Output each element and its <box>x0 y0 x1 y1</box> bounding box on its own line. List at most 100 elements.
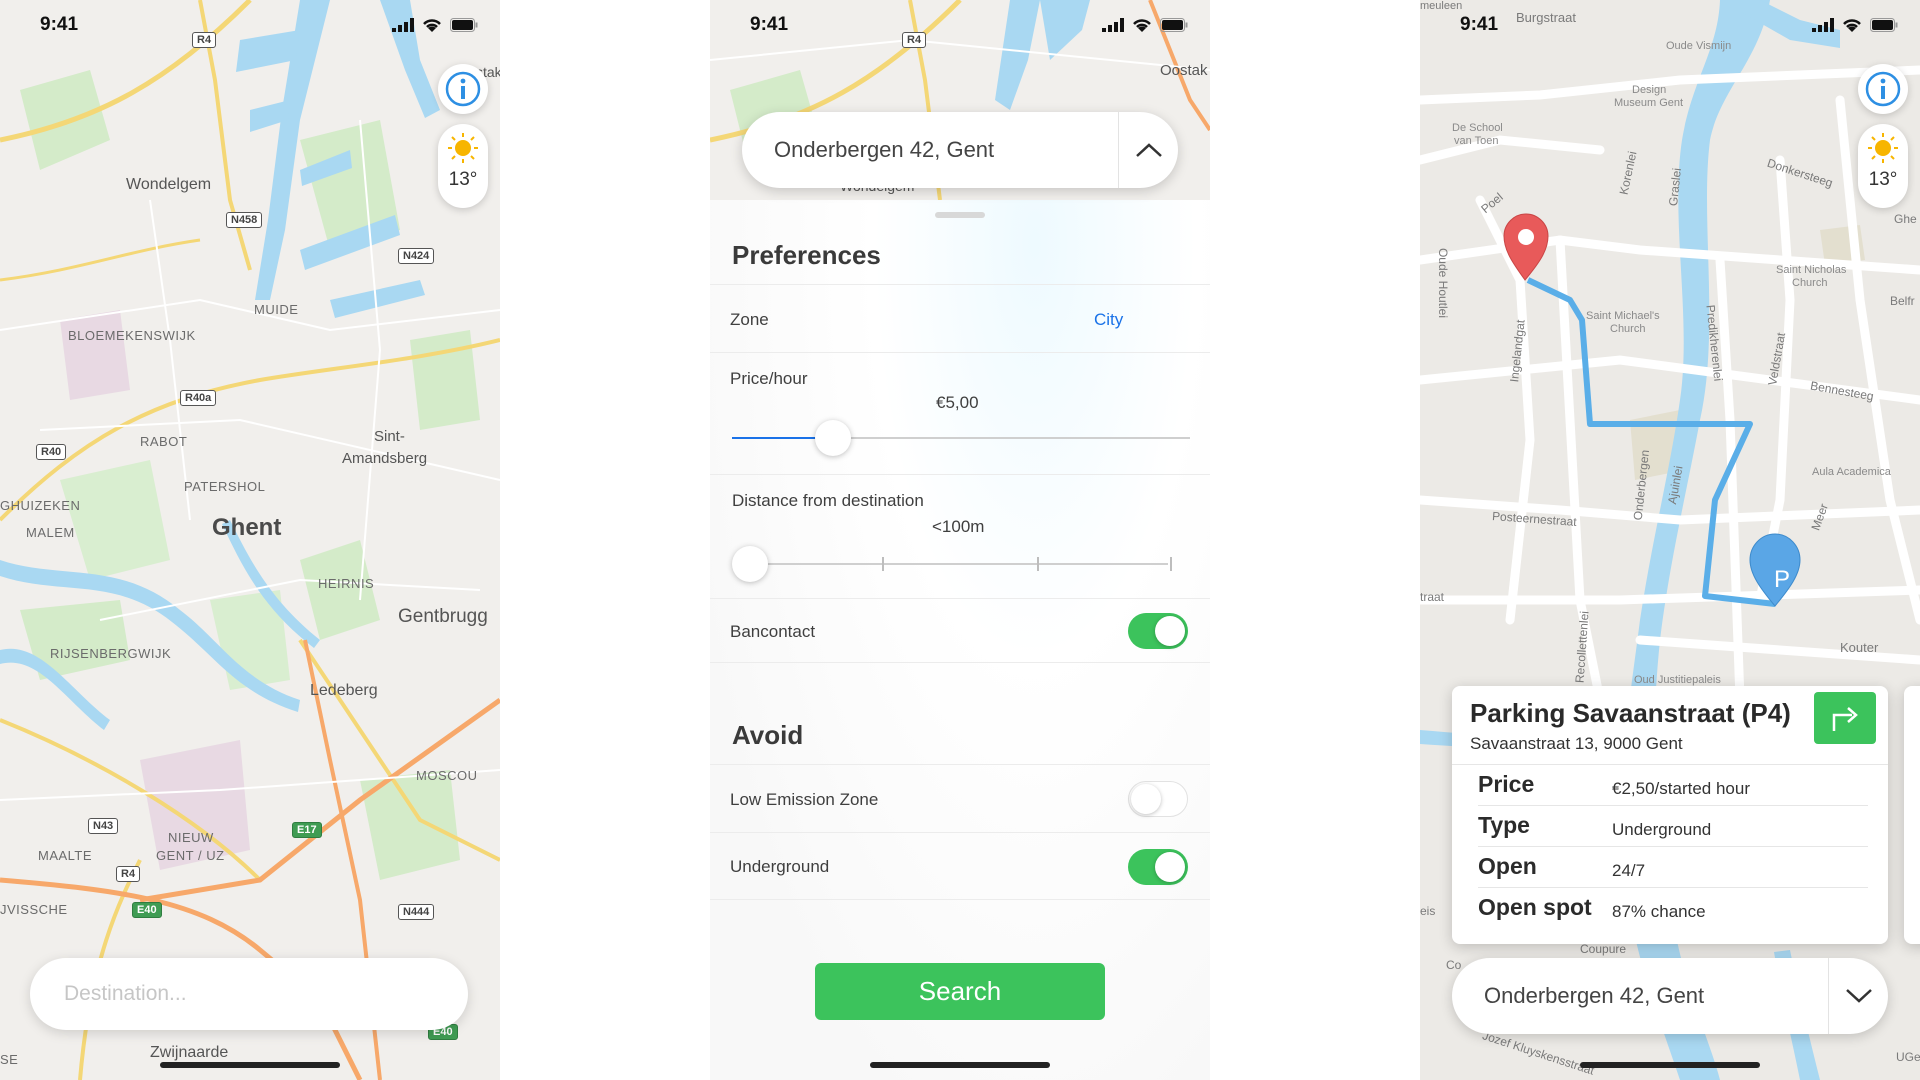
poi-saint-nicholas-2: Church <box>1792 277 1828 289</box>
battery-icon <box>450 18 478 32</box>
map-label-se: SE <box>0 1052 19 1067</box>
signal-icon <box>1812 18 1834 32</box>
sun-icon <box>448 133 478 163</box>
bancontact-row: Bancontact <box>710 598 1210 662</box>
map-label-gent-uz: GENT / UZ <box>156 848 225 863</box>
address-bar[interactable]: Onderbergen 42, Gent <box>742 112 1178 188</box>
price-slider-thumb[interactable] <box>814 420 851 456</box>
poi-de-school-2: van Toen <box>1454 135 1499 147</box>
detail-value: 87% chance <box>1612 902 1706 921</box>
price-row: Price/hour €5,00 <box>710 352 1210 474</box>
map-label-bloemekenswijk: BLOEMEKENSWIJK <box>68 328 196 343</box>
zone-value[interactable]: City <box>1094 310 1123 330</box>
detail-row-open-spot: Open spot 87% chance <box>1478 888 1868 929</box>
road-badge-r40: R40 <box>36 444 67 460</box>
info-button[interactable] <box>438 64 488 114</box>
street-kouter: Kouter <box>1840 640 1879 655</box>
underground-row: Underground <box>710 832 1210 900</box>
wifi-icon <box>423 19 441 32</box>
weather-widget[interactable]: 13° <box>438 124 488 208</box>
distance-value: <100m <box>932 517 985 536</box>
street-coupure: Coupure <box>1580 942 1627 956</box>
destination-input[interactable] <box>30 958 468 1030</box>
detail-key: Type <box>1478 812 1530 838</box>
preferences-title: Preferences <box>732 240 881 270</box>
phone-screen-preferences: R4 Oostak Wondelgem 9:41 Preferences Zon… <box>710 0 1210 1080</box>
zone-row[interactable]: Zone City <box>710 284 1210 352</box>
bancontact-label: Bancontact <box>730 622 816 641</box>
parking-marker-label[interactable]: P <box>1774 566 1791 594</box>
home-indicator <box>870 1062 1050 1068</box>
poi-saint-michaels-1: Saint Michael's <box>1586 310 1660 322</box>
map-label-muide: MUIDE <box>254 302 299 317</box>
map-label-nieuw: NIEUW <box>168 830 214 845</box>
preferences-sheet: Preferences Zone City Price/hour €5,00 D… <box>710 200 1210 1080</box>
weather-temperature: 13° <box>1868 169 1898 190</box>
detail-key: Price <box>1478 771 1535 797</box>
distance-row: Distance from destination <100m <box>710 474 1210 598</box>
detail-key: Open spot <box>1478 894 1592 920</box>
detail-row-type: Type Underground <box>1478 806 1868 847</box>
phone-screen-route: P Burgstraat meuleen Oude Vismijn Design… <box>1420 0 1920 1080</box>
map-label-rijsenbergwijk: RIJSENBERGWIJK <box>50 646 172 661</box>
status-time: 9:41 <box>40 14 79 35</box>
detail-row-open: Open 24/7 <box>1478 847 1868 888</box>
detail-key: Open <box>1478 853 1537 879</box>
road-badge-n444: N444 <box>398 904 435 920</box>
road-badge-n458: N458 <box>226 212 263 228</box>
low-emission-label: Low Emission Zone <box>730 790 879 809</box>
road-badge-r4-south: R4 <box>116 866 141 882</box>
detail-value: 24/7 <box>1612 861 1646 880</box>
next-parking-card-peek[interactable] <box>1904 686 1920 944</box>
parking-info-card[interactable]: Parking Savaanstraat (P4) Savaanstraat 1… <box>1452 686 1888 944</box>
map-label-vissche: JVISSCHE <box>0 902 68 917</box>
divider <box>710 662 1210 663</box>
road-badge-r40a: R40a <box>180 390 217 406</box>
poi-de-school-1: De School <box>1452 122 1503 134</box>
chevron-down-icon <box>1845 989 1872 1003</box>
low-emission-row: Low Emission Zone <box>710 764 1210 832</box>
map-label-ghent: Ghent <box>212 514 282 541</box>
map-label-gentbrugge: Gentbrugg <box>398 606 488 627</box>
map-label-maalte: MAALTE <box>38 848 93 863</box>
parking-details: Price €2,50/started hour Type Undergroun… <box>1452 764 1888 929</box>
home-indicator <box>1580 1062 1760 1068</box>
signal-icon <box>1102 18 1124 32</box>
underground-toggle[interactable] <box>1128 849 1188 885</box>
status-bar: 9:41 <box>0 0 500 52</box>
weather-widget[interactable]: 13° <box>1858 124 1908 208</box>
map-label-sint-amandsberg-1: Sint- <box>374 428 405 445</box>
street-ghe: Ghe <box>1894 212 1917 226</box>
battery-icon <box>1870 18 1898 32</box>
road-badge-e17: E17 <box>292 822 322 838</box>
distance-slider-thumb[interactable] <box>732 546 768 582</box>
address-text[interactable]: Onderbergen 42, Gent <box>742 137 1118 163</box>
road-badge-n424: N424 <box>398 248 435 264</box>
expand-button[interactable] <box>1828 958 1888 1034</box>
map-label-sint-amandsberg-2: Amandsberg <box>342 450 428 467</box>
road-badge-n43: N43 <box>88 818 119 834</box>
detail-row-price: Price €2,50/started hour <box>1478 765 1868 806</box>
collapse-button[interactable] <box>1118 112 1178 188</box>
low-emission-toggle[interactable] <box>1128 781 1188 817</box>
map-label-ghuizeken: GHUIZEKEN <box>0 498 81 513</box>
zone-label: Zone <box>730 310 769 329</box>
distance-label: Distance from destination <box>732 491 924 510</box>
sun-icon <box>1868 133 1898 163</box>
sheet-grabber[interactable] <box>935 212 985 218</box>
map-label-zwijnaarde: Zwijnaarde <box>150 1044 229 1061</box>
poi-design-museum-2: Museum Gent <box>1614 97 1684 109</box>
address-text[interactable]: Onderbergen 42, Gent <box>1452 983 1828 1009</box>
search-button[interactable]: Search <box>815 963 1105 1020</box>
info-button[interactable] <box>1858 64 1908 114</box>
route-address-bar[interactable]: Onderbergen 42, Gent <box>1452 958 1888 1034</box>
navigate-arrow-icon <box>1832 707 1858 731</box>
battery-icon <box>1160 18 1188 32</box>
bancontact-toggle[interactable] <box>1128 613 1188 649</box>
navigate-button[interactable] <box>1814 692 1876 744</box>
underground-label: Underground <box>730 857 830 876</box>
status-bar: 9:41 <box>710 0 1210 52</box>
wifi-icon <box>1133 19 1151 32</box>
status-time: 9:41 <box>750 14 789 35</box>
map-label-oostak: Oostak <box>1160 62 1208 79</box>
